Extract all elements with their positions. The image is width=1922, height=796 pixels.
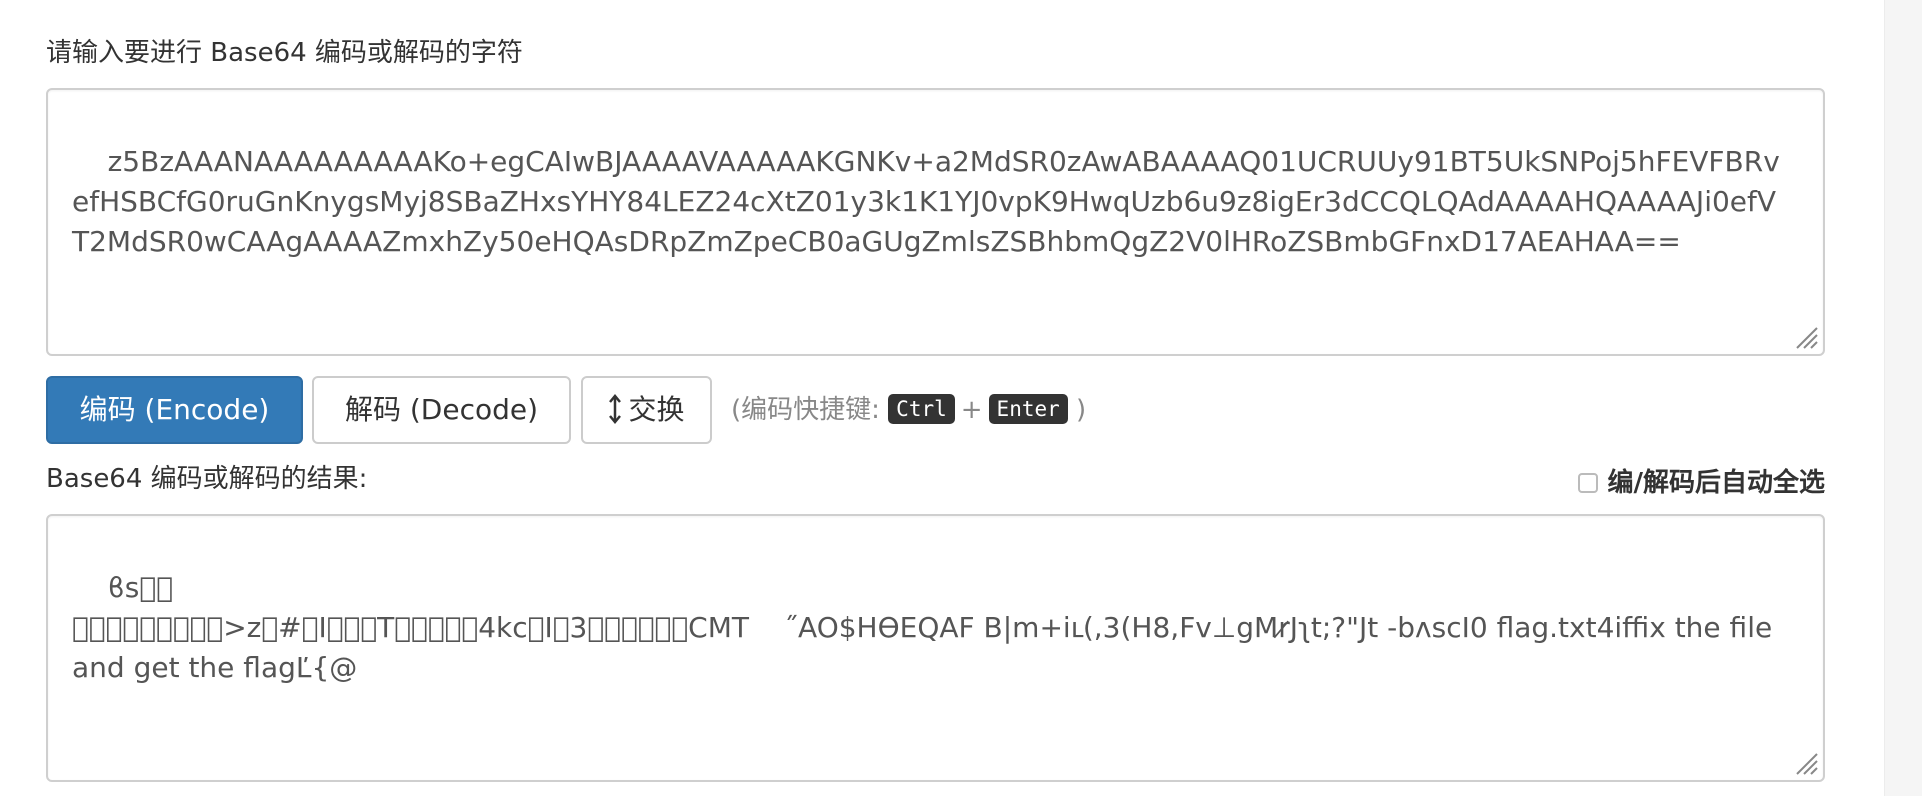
shortcut-plus: + [961, 395, 983, 425]
decode-button[interactable]: 解码 (Decode) [312, 376, 571, 444]
right-scroll-gutter [1884, 0, 1922, 796]
encode-button[interactable]: 编码 (Encode) [46, 376, 303, 444]
resize-handle-icon[interactable] [1793, 750, 1819, 776]
auto-select-label: 编/解码后自动全选 [1608, 464, 1826, 502]
kbd-enter: Enter [989, 394, 1068, 424]
shortcut-prefix: (编码快捷键: [731, 395, 880, 425]
output-textarea[interactable]: ϐs            >z # I   T    4kc I 3  … [46, 514, 1825, 782]
auto-select-toggle[interactable]: 编/解码后自动全选 [1578, 464, 1826, 502]
shortcut-suffix: ) [1076, 395, 1086, 425]
up-down-arrow-icon [608, 394, 622, 424]
auto-select-checkbox[interactable] [1578, 473, 1598, 493]
output-text: ϐs            >z # I   T    4kc I 3  … [72, 571, 1781, 684]
input-textarea[interactable]: z5BzAAANAAAAAAAAAKo+egCAIwBJAAAAVAAAAAKG… [46, 88, 1825, 356]
input-text: z5BzAAANAAAAAAAAAKo+egCAIwBJAAAAVAAAAAKG… [72, 145, 1780, 258]
shortcut-hint: (编码快捷键: Ctrl + Enter ) [731, 388, 1086, 432]
swap-button[interactable]: 交换 [581, 376, 712, 444]
base64-tool-page: 请输入要进行 Base64 编码或解码的字符 z5BzAAANAAAAAAAAA… [0, 0, 1922, 796]
kbd-ctrl: Ctrl [888, 394, 955, 424]
input-label: 请输入要进行 Base64 编码或解码的字符 [46, 34, 523, 72]
resize-handle-icon[interactable] [1793, 324, 1819, 350]
output-label: Base64 编码或解码的结果: [46, 460, 367, 498]
swap-label: 交换 [628, 393, 684, 426]
